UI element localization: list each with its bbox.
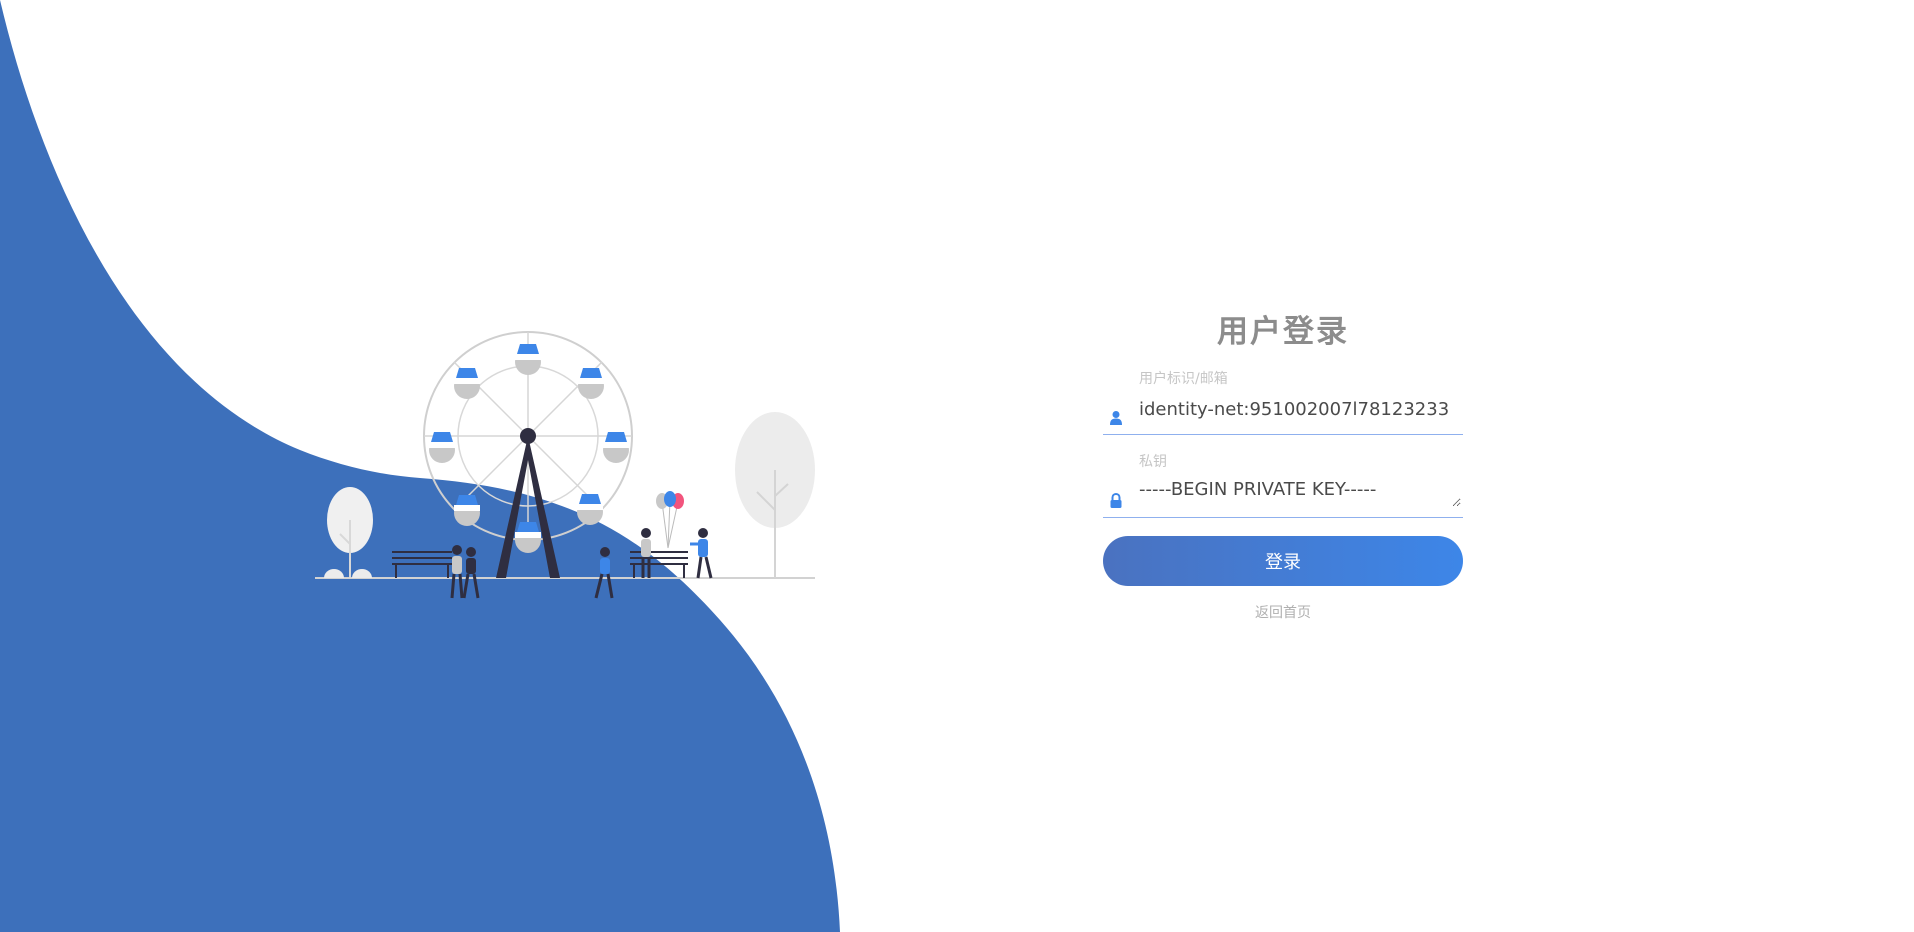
private-key-label: 私钥 (1139, 454, 1167, 470)
identity-field: 用户标识/邮箱 (1103, 370, 1463, 435)
background-wave-shape (0, 0, 840, 932)
person-walking (594, 547, 614, 599)
tree-left (327, 487, 373, 578)
login-button[interactable]: 登录 (1103, 536, 1463, 586)
identity-label: 用户标识/邮箱 (1139, 371, 1228, 387)
lock-icon (1110, 493, 1122, 508)
ferris-wheel (423, 331, 633, 578)
user-icon (1110, 411, 1122, 425)
identity-input[interactable] (1139, 394, 1457, 424)
people-couple (450, 545, 480, 599)
login-page: 用户登录 用户标识/邮箱 私钥 -----BEGIN PRIVATE KEY--… (0, 0, 1914, 932)
ferris-wheel-illustration (315, 331, 815, 599)
back-home-link[interactable]: 返回首页 (1103, 602, 1463, 622)
bench-left (392, 551, 452, 578)
login-panel: 用户登录 用户标识/邮箱 私钥 -----BEGIN PRIVATE KEY--… (1103, 310, 1463, 622)
private-key-input[interactable]: -----BEGIN PRIVATE KEY----- MIGTAgEAMBMG… (1139, 477, 1461, 507)
person-right (690, 528, 713, 579)
login-title: 用户登录 (1217, 314, 1349, 350)
bench-right (630, 551, 688, 578)
tree-right (735, 412, 815, 578)
private-key-field: 私钥 -----BEGIN PRIVATE KEY----- MIGTAgEAM… (1103, 453, 1463, 518)
